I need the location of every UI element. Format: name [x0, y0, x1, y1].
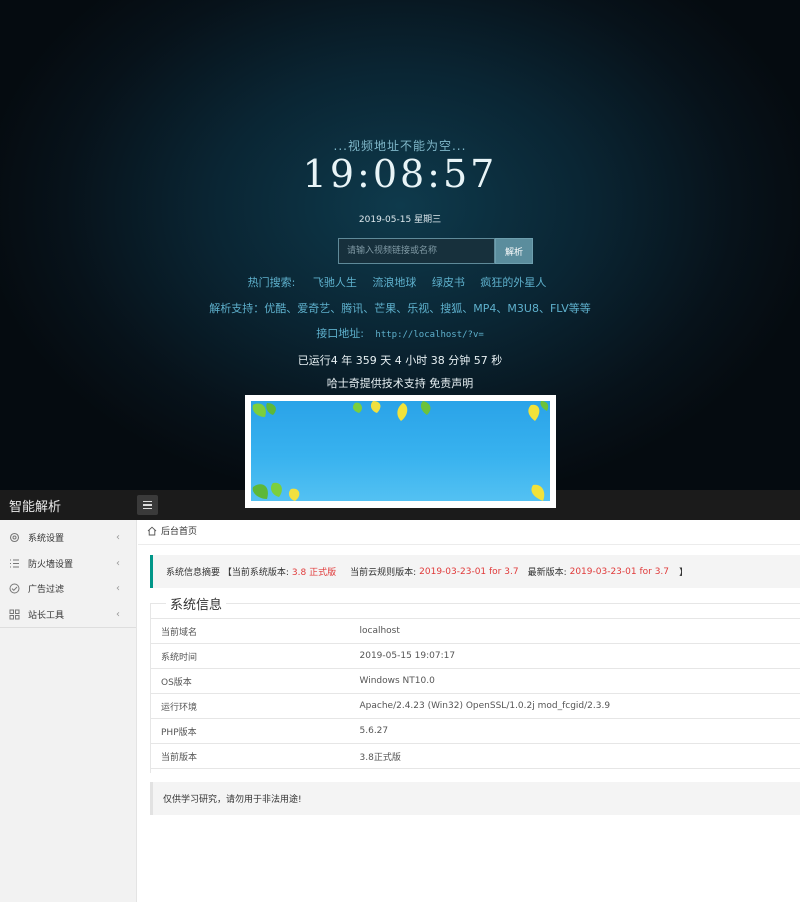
chevron-left-icon: ‹ — [116, 532, 120, 544]
notice-suffix: 】 — [679, 568, 689, 578]
admin-sidebar: 系统设置 ‹ 防火墙设置 ‹ 广告过滤 ‹ 站长工具 ‹ — [0, 520, 137, 902]
credit-row: 哈士奇提供技术支持 免责声明 — [0, 375, 800, 391]
breadcrumb-home: 后台首页 — [161, 527, 198, 537]
search-bar: 解析 — [338, 238, 533, 264]
chevron-left-icon: ‹ — [116, 608, 120, 620]
system-info-table: 当前域名 localhost 系统时间 2019-05-15 19:07:17 OS… — [150, 618, 800, 769]
digital-clock: 19:08:57 — [302, 152, 498, 196]
row-value: Windows NT10.0 — [349, 668, 800, 694]
chevron-left-icon: ‹ — [116, 583, 120, 595]
row-label: OS版本 — [150, 668, 350, 694]
supported-platforms: 解析支持：优酷、爱奇艺、腾讯、芒果、乐视、搜狐、MP4、M3U8、FLV等等 — [209, 302, 591, 315]
home-icon — [147, 526, 157, 535]
cloud-rule-label: 当前云规则版本: — [350, 568, 417, 578]
table-row: 当前域名 localhost — [150, 618, 800, 644]
leaf-icon — [528, 401, 549, 421]
table-row: 当前版本 3.8正式版 — [150, 743, 800, 769]
row-value: 3.8正式版 — [349, 743, 800, 769]
hot-search-link[interactable]: 疯狂的外星人 — [480, 276, 546, 289]
latest-version: 2019-03-23-01 for 3.7 — [569, 566, 670, 577]
sidebar-item-label: 广告过滤 — [28, 585, 65, 596]
table-row: 系统时间 2019-05-15 19:07:17 — [150, 643, 800, 669]
ad-banner[interactable] — [245, 395, 556, 508]
list-icon — [9, 558, 20, 569]
system-summary-notice: 系统信息摘要 【当前系统版本: 3.8 正式版 当前云规则版本: 2019-03… — [150, 555, 800, 588]
hot-search-label: 热门搜索: — [247, 276, 296, 289]
sidebar-item-label: 系统设置 — [28, 534, 65, 545]
current-date: 2019-05-15 星期三 — [358, 215, 442, 225]
tech-support-link[interactable]: 哈士奇提供技术支持 — [327, 377, 426, 390]
api-address-label: 接口地址: — [316, 327, 364, 340]
hamburger-icon — [143, 507, 152, 510]
disclaimer-link[interactable]: 免责声明 — [429, 377, 473, 390]
table-row: 运行环境 Apache/2.4.23 (Win32) OpenSSL/1.0.2j… — [150, 693, 800, 719]
sidebar-item-ad-filter[interactable]: 广告过滤 ‹ — [0, 576, 136, 602]
chevron-left-icon: ‹ — [116, 557, 120, 569]
leaf-icon — [352, 401, 431, 421]
row-label: 系统时间 — [150, 643, 350, 669]
sidebar-item-firewall[interactable]: 防火墙设置 ‹ — [0, 551, 136, 577]
hot-search-link[interactable]: 绿皮书 — [432, 276, 465, 289]
notice-prefix: 系统信息摘要 【当前系统版本: — [166, 568, 289, 578]
menu-toggle-button[interactable] — [137, 495, 158, 515]
cloud-rule-version: 2019-03-23-01 for 3.7 — [419, 566, 519, 577]
sidebar-item-system-settings[interactable]: 系统设置 ‹ — [0, 525, 136, 551]
table-row: OS版本 Windows NT10.0 — [150, 668, 800, 694]
row-value: 5.6.27 — [349, 718, 800, 744]
row-label: 当前版本 — [150, 743, 350, 769]
admin-content: 后台首页 系统信息摘要 【当前系统版本: 3.8 正式版 当前云规则版本: 20… — [138, 520, 800, 902]
row-value: localhost — [349, 618, 800, 644]
video-url-input[interactable] — [338, 238, 495, 264]
latest-version-label: 最新版本: — [527, 568, 567, 578]
sidebar-item-label: 防火墙设置 — [28, 559, 74, 570]
leaf-icon — [252, 482, 300, 501]
api-address-row: 接口地址: http://localhost/?v= — [0, 325, 800, 341]
api-address-url: http://localhost/?v= — [375, 330, 484, 340]
hot-search-link[interactable]: 流浪地球 — [372, 276, 416, 289]
hot-search-link[interactable]: 飞驰人生 — [313, 276, 357, 289]
check-circle-icon — [9, 583, 20, 594]
sidebar-item-webmaster-tools[interactable]: 站长工具 ‹ — [0, 602, 136, 628]
system-info-title: 系统信息 — [166, 594, 227, 613]
sidebar-item-label: 站长工具 — [28, 610, 65, 621]
hamburger-icon — [143, 504, 152, 506]
sidebar-divider — [0, 627, 136, 628]
row-label: 运行环境 — [150, 693, 350, 719]
hamburger-icon — [143, 500, 152, 503]
leaf-icon — [252, 403, 276, 417]
leaf-icon — [531, 484, 545, 501]
sky-banner-image — [251, 401, 550, 501]
row-label: 当前域名 — [150, 618, 350, 644]
grid-icon — [9, 609, 20, 620]
usage-warning: 仅供学习研究，请勿用于非法用途! — [150, 782, 800, 815]
hot-search-row: 热门搜索: 飞驰人生 流浪地球 绿皮书 疯狂的外星人 — [0, 274, 800, 290]
parse-button[interactable]: 解析 — [495, 238, 533, 264]
table-row: PHP版本 5.6.27 — [150, 718, 800, 744]
divider — [138, 544, 800, 545]
row-value: Apache/2.4.23 (Win32) OpenSSL/1.0.2j mod… — [349, 693, 800, 719]
admin-logo[interactable]: 智能解析 — [9, 496, 61, 515]
row-label: PHP版本 — [150, 718, 350, 744]
row-value: 2019-05-15 19:07:17 — [349, 643, 800, 669]
gear-icon — [9, 532, 20, 543]
current-version: 3.8 正式版 — [291, 568, 337, 578]
uptime-counter: 已运行4 年 359 天 4 小时 38 分钟 57 秒 — [297, 354, 503, 367]
breadcrumb[interactable]: 后台首页 — [147, 524, 197, 537]
